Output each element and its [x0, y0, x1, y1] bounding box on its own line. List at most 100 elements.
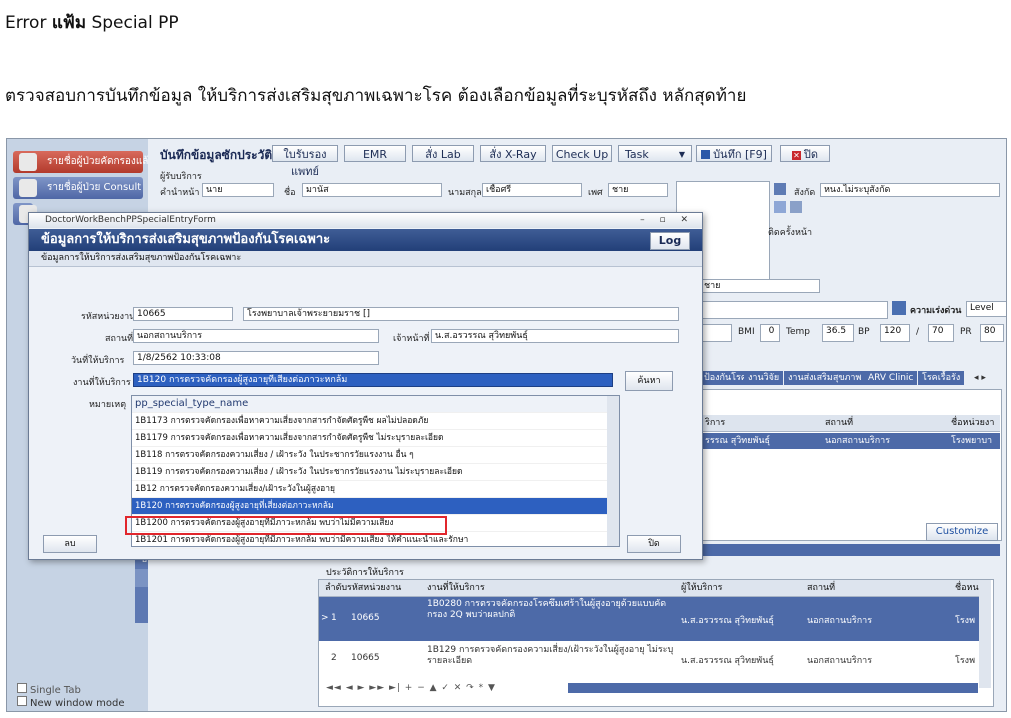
- pr-field[interactable]: 80: [980, 324, 1004, 342]
- right-grid-header: ริการ สถานที่ ชื่อหน่วยงา: [701, 415, 1000, 432]
- history-cell: นอกสถานบริการ: [807, 656, 873, 666]
- surname-field[interactable]: เชื้อศรี: [482, 183, 582, 197]
- staff-label: เจ้าหน้าที่: [393, 334, 430, 344]
- new-window-option[interactable]: New window mode: [17, 696, 124, 709]
- dropdown-scrollbar[interactable]: [607, 396, 619, 546]
- history-cell: น.ส.อรวรรณ สุวิทยพันธุ์: [681, 656, 774, 666]
- history-hscrollbar[interactable]: [568, 683, 978, 693]
- vitals-blank-field[interactable]: [700, 324, 732, 342]
- history-row[interactable]: 2 10665 1B129 การตรวจคัดกรองความเสี่ยง/เ…: [319, 643, 979, 675]
- name-field[interactable]: มานัส: [302, 183, 442, 197]
- grid-cell: โรงพยาบา: [951, 436, 993, 446]
- unit-name-field[interactable]: โรงพยาบาลเจ้าพระยายมราช []: [243, 307, 679, 321]
- staff-select[interactable]: น.ส.อรวรรณ สุวิทยพันธุ์: [431, 329, 679, 343]
- date-field[interactable]: 1/8/2562 10:33:08: [133, 351, 379, 365]
- close-button[interactable]: ✕ ปิด: [780, 145, 830, 162]
- save-button[interactable]: บันทึก [F9]: [696, 145, 772, 162]
- history-cell: 1: [331, 613, 337, 623]
- nav-label: รายชื่อผู้ป่วยคัดกรองแล้ว: [47, 156, 155, 167]
- dropdown-option[interactable]: 1B12 การตรวจคัดกรองความเสี่ยง/เฝ้าระวังใ…: [132, 481, 619, 498]
- vitals-combo[interactable]: [700, 301, 888, 319]
- consult-icon: [19, 179, 37, 197]
- bp-systolic-field[interactable]: 120: [880, 324, 910, 342]
- prefix-select[interactable]: นาย: [202, 183, 274, 197]
- history-vscrollbar[interactable]: [979, 580, 991, 688]
- history-col-header: รหัสหน่วยงาน: [347, 583, 402, 593]
- sex-field-2[interactable]: ชาย: [700, 279, 820, 293]
- person-icon[interactable]: [774, 183, 786, 195]
- chevron-down-icon: ▼: [678, 150, 685, 159]
- emr-button[interactable]: EMR: [344, 145, 406, 162]
- dropdown-option[interactable]: 1B118 การตรวจคัดกรองความเสี่ยง / เฝ้าระว…: [132, 447, 619, 464]
- bmi-label: BMI: [738, 327, 755, 337]
- checkbox-icon[interactable]: [17, 696, 27, 706]
- row-pointer-icon: >: [321, 613, 329, 623]
- unit-code-field[interactable]: 10665: [133, 307, 233, 321]
- dialog-window-title-text: DoctorWorkBenchPPSpecialEntryForm: [45, 215, 216, 225]
- history-cell: 10665: [351, 613, 380, 623]
- history-cell: 1B129 การตรวจคัดกรองความเสี่ยง/เฝ้าระวัง…: [427, 645, 674, 666]
- dropdown-header: pp_special_type_name: [132, 396, 619, 413]
- close-icon: ✕: [791, 151, 801, 160]
- camera-icon[interactable]: [790, 201, 802, 213]
- search-button[interactable]: ค้นหา: [625, 371, 673, 391]
- affiliation-label: สังกัด: [794, 188, 816, 198]
- tab-health-promotion[interactable]: งานส่งเสริมสุขภาพ: [784, 371, 866, 385]
- tab-research[interactable]: งานวิจัย: [744, 371, 784, 385]
- task-label: Task: [625, 148, 649, 161]
- order-lab-button[interactable]: สั่ง Lab: [412, 145, 474, 162]
- save-icon: [701, 150, 711, 159]
- place-select[interactable]: นอกสถานบริการ: [133, 329, 379, 343]
- bp-label: BP: [858, 327, 870, 337]
- dialog-heading-text: ข้อมูลการให้บริการส่งเสริมสุขภาพป้องกันโ…: [41, 232, 331, 247]
- calendar-icon[interactable]: [892, 301, 906, 315]
- page-title: บันทึกข้อมูลซักประวัติ: [160, 148, 273, 162]
- right-grid-row[interactable]: รรรณ สุวิทยพันธุ์ นอกสถานบริการ โรงพยาบา: [701, 433, 1000, 449]
- customize-button[interactable]: Customize: [926, 523, 998, 541]
- pr-label: PR: [960, 327, 972, 337]
- delete-button[interactable]: ลบ: [43, 535, 97, 553]
- temp-field[interactable]: 36.5: [822, 324, 854, 342]
- task-dropdown[interactable]: Task ▼: [618, 145, 692, 162]
- dropdown-option[interactable]: 1B1173 การตรวจคัดกรองเพื่อหาความเสี่ยงจา…: [132, 413, 619, 430]
- grid-col-header: ชื่อหน่วยงา: [951, 418, 995, 428]
- history-cell: 1B0280 การตรวจคัดกรองโรคซึมเศร้าในผู้สูง…: [427, 599, 667, 620]
- service-select[interactable]: 1B120 การตรวจคัดกรองผู้สูงอายุที่เสี่ยงต…: [133, 373, 613, 387]
- dropdown-option[interactable]: 1B1179 การตรวจคัดกรองเพื่อหาความเสี่ยงจา…: [132, 430, 619, 447]
- new-window-label: New window mode: [30, 698, 125, 709]
- dialog-close-button[interactable]: ปิด: [627, 535, 681, 553]
- dropdown-option[interactable]: 1B119 การตรวจคัดกรองความเสี่ยง / เฝ้าระว…: [132, 464, 619, 481]
- window-controls-icon[interactable]: – ▫ ✕: [640, 213, 694, 228]
- urgency-field[interactable]: Level: [966, 301, 1006, 317]
- tab-scroll-arrows[interactable]: ◂ ▸: [968, 371, 992, 385]
- tab-arv-clinic[interactable]: ARV Clinic: [864, 371, 918, 385]
- medical-cert-button[interactable]: ใบรับรองแพทย์: [272, 145, 338, 178]
- temp-label: Temp: [786, 327, 810, 337]
- horizontal-scrollbar[interactable]: [700, 544, 1000, 556]
- history-col-header: ผู้ให้บริการ: [681, 583, 723, 593]
- doc-description: ตรวจสอบการบันทึกข้อมูล ให้บริการส่งเสริม…: [5, 86, 747, 106]
- history-navigator[interactable]: ◄◄ ◄ ► ►► ►| + − ▲ ✓ ✕ ↷ * ▼: [326, 683, 496, 693]
- place-label: สถานที่: [105, 334, 134, 344]
- bmi-field[interactable]: 0: [760, 324, 780, 342]
- tab-chronic[interactable]: โรคเรื้อรัง: [918, 371, 965, 385]
- date-label: วันที่ให้บริการ: [71, 356, 125, 366]
- order-xray-button[interactable]: สั่ง X-Ray: [480, 145, 546, 162]
- history-row[interactable]: > 1 10665 1B0280 การตรวจคัดกรองโรคซึมเศร…: [319, 597, 979, 641]
- nav-label: รายชื่อผู้ป่วย Consult: [47, 182, 142, 193]
- single-tab-option[interactable]: Single Tab: [17, 683, 81, 696]
- nav-screened-patients[interactable]: รายชื่อผู้ป่วยคัดกรองแล้ว: [13, 151, 154, 173]
- affiliation-field[interactable]: หนง.ไม่ระบุสังกัด: [820, 183, 1000, 197]
- nav-consult-patients[interactable]: รายชื่อผู้ป่วย Consult: [13, 177, 143, 199]
- checkbox-icon[interactable]: [17, 683, 27, 693]
- sex-select[interactable]: ชาย: [608, 183, 668, 197]
- history-col-header: งานที่ให้บริการ: [427, 583, 485, 593]
- checkup-button[interactable]: Check Up: [552, 145, 612, 162]
- prefix-label: คำนำหน้า: [160, 188, 200, 198]
- log-button[interactable]: Log: [650, 232, 690, 250]
- image-icon[interactable]: [774, 201, 786, 213]
- doc-title: Error แฟ้ม Special PP: [5, 9, 179, 36]
- history-col-header: สถานที่: [807, 583, 836, 593]
- bp-diastolic-field[interactable]: 70: [928, 324, 954, 342]
- dropdown-option-selected[interactable]: 1B120 การตรวจคัดกรองผู้สูงอายุที่เสี่ยงต…: [132, 498, 619, 515]
